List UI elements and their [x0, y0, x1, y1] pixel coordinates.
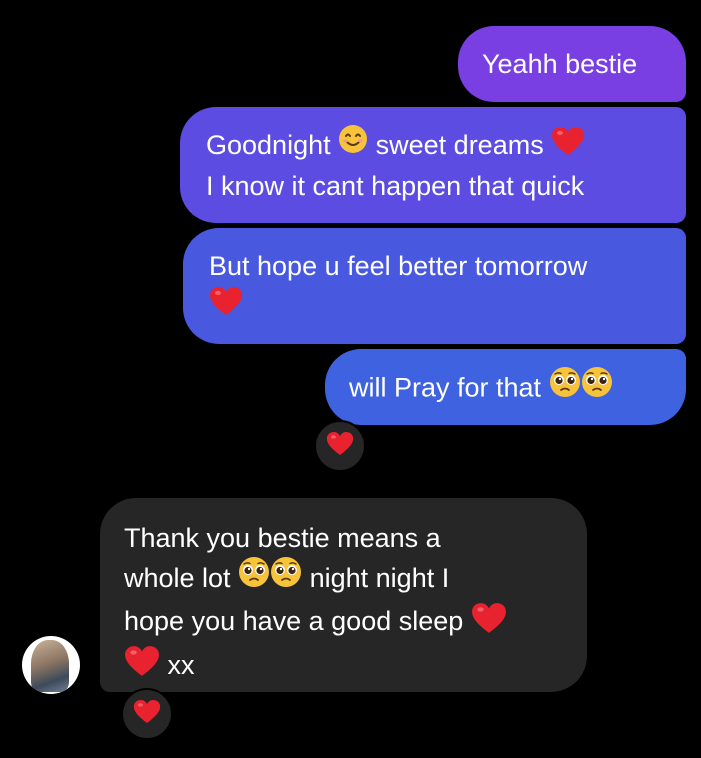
message-line: will Pray for that [349, 366, 662, 411]
heart-emoji-icon [551, 126, 585, 167]
message-line: Goodnight sweet dreams [206, 124, 660, 167]
message-text: But hope u feel better tomorrow [209, 251, 588, 281]
sent-message-bubble[interactable]: will Pray for that [325, 349, 686, 425]
heart-reaction-badge[interactable] [121, 688, 173, 740]
heart-emoji-icon [326, 431, 354, 461]
message-text: whole lot [124, 563, 231, 593]
heart-reaction-badge[interactable] [314, 420, 366, 472]
smiling-face-emoji-icon [338, 124, 368, 165]
pleading-face-emoji-icon [270, 556, 302, 599]
contact-avatar[interactable] [22, 636, 80, 694]
heart-emoji-icon [133, 699, 161, 729]
sent-message-bubble[interactable]: Goodnight sweet dreams I know it cant ha… [180, 107, 686, 223]
sent-message-bubble[interactable]: Yeahh bestie [458, 26, 686, 102]
received-message-bubble[interactable]: Thank you bestie means a whole lot night… [100, 498, 587, 692]
message-text: sweet dreams [375, 130, 544, 160]
message-line: xx [124, 645, 563, 688]
pleading-face-emoji-icon [238, 556, 270, 599]
heart-emoji-icon [124, 645, 160, 688]
message-text: hope you have a good sleep [124, 606, 464, 637]
heart-emoji-icon [471, 602, 507, 645]
message-text: Thank you bestie means a [124, 523, 441, 553]
pleading-face-emoji-icon [581, 366, 613, 409]
message-text: xx [167, 649, 195, 680]
message-line: whole lot night night I [124, 556, 563, 601]
message-text: I know it cant happen that quick [206, 171, 585, 202]
message-text: Yeahh bestie [482, 49, 638, 79]
message-text: Goodnight [206, 130, 331, 160]
message-text: will Pray for that [349, 372, 542, 403]
pleading-face-emoji-icon [549, 366, 581, 409]
message-line [209, 286, 660, 327]
message-text: night night I [309, 563, 450, 593]
avatar-photo [31, 640, 69, 692]
sent-message-bubble[interactable]: But hope u feel better tomorrow [183, 228, 686, 344]
heart-emoji-icon [209, 286, 243, 327]
message-line: hope you have a good sleep [124, 601, 563, 644]
